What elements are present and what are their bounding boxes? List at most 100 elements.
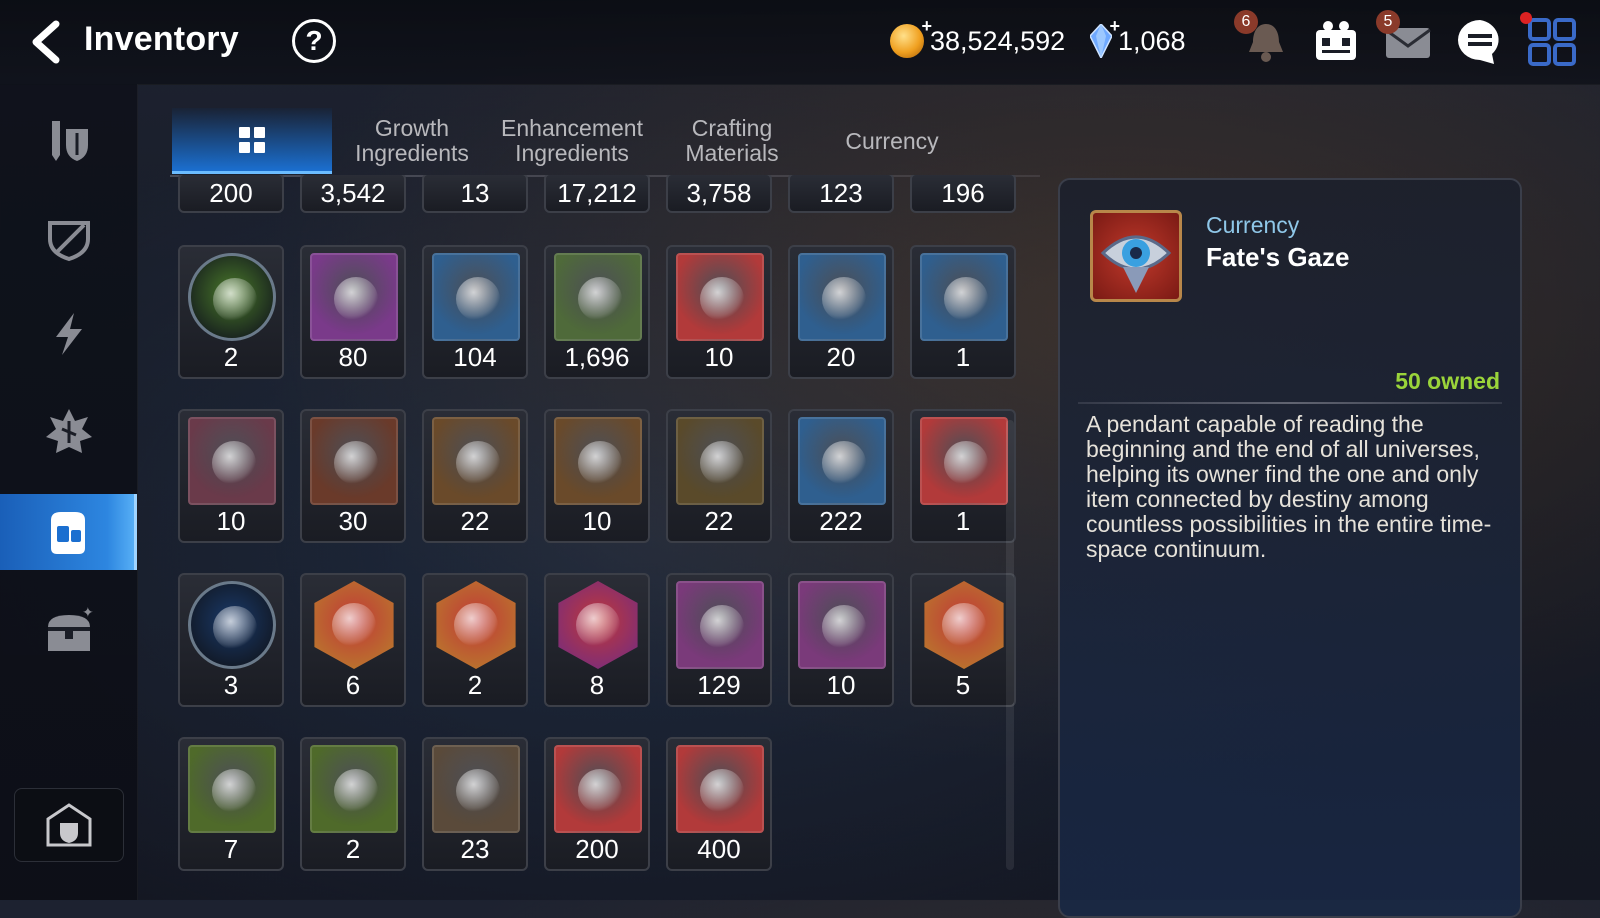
blue-seal-icon [188,581,276,669]
guild-storage-button[interactable] [14,788,124,862]
chat-button[interactable] [1454,16,1506,68]
item-count: 10 [582,506,612,536]
item-slot[interactable]: 22 [422,409,528,543]
teal-cross-gem-icon [558,581,638,669]
item-art [456,277,500,321]
item-art [212,441,256,485]
item-slot[interactable]: 123 [788,175,894,213]
back-button[interactable] [22,18,72,68]
item-slot[interactable]: 30 [300,409,406,543]
item-count: 104 [453,342,497,372]
item-slot[interactable]: 1 [910,409,1016,543]
help-button[interactable]: ? [292,19,336,63]
sidebar-item-chests[interactable]: ✦ [0,594,137,670]
equipment-icon [51,121,88,161]
orange-hammer-charm-icon [188,745,276,833]
green-rune-stone-icon [676,417,764,505]
crystal-resource[interactable]: + 1,068 [1089,16,1186,64]
sidebar-item-equipment[interactable] [0,102,137,178]
item-slot[interactable]: 400 [666,737,772,871]
tab-crafting-materials[interactable]: Crafting Materials [652,108,812,174]
lightning-icon [55,313,82,355]
item-slot[interactable]: 200 [178,175,284,213]
gold-amount: 38,524,592 [930,25,1066,56]
item-slot[interactable]: 8 [544,573,650,707]
item-slot[interactable]: 3 [178,573,284,707]
item-count: 3,758 [686,178,752,208]
item-art [822,441,866,485]
item-slot[interactable]: 2 [178,245,284,379]
item-count: 2 [223,342,239,372]
item-owned-count: 50 owned [1395,368,1500,394]
item-count: 129 [697,670,741,700]
tab-enhancement-ingredients[interactable]: Enhancement Ingredients [492,108,652,174]
item-art [822,277,866,321]
item-count: 23 [460,834,490,864]
item-art [944,277,988,321]
item-count: 5 [955,670,971,700]
item-count: 20 [826,342,856,372]
sidebar-item-artifacts[interactable] [0,200,137,276]
item-art [700,769,744,813]
root-herb-icon [798,417,886,505]
item-slot[interactable]: 22 [666,409,772,543]
notifications-button[interactable]: 6 [1234,10,1292,68]
item-category: Currency [1206,212,1300,238]
item-slot[interactable]: 7 [178,737,284,871]
sidebar-item-catalysts[interactable] [0,296,137,372]
menu-grid-icon [1528,18,1576,66]
friends-button[interactable] [1310,16,1362,68]
panel-divider [1078,402,1502,404]
item-slot[interactable]: 20 [788,245,894,379]
item-slot[interactable]: 80 [300,245,406,379]
item-count: 22 [704,506,734,536]
item-slot[interactable]: 1,696 [544,245,650,379]
chest-icon: ✦ [47,607,94,651]
item-slot[interactable]: 3,542 [300,175,406,213]
item-count: 400 [697,834,741,864]
item-slot[interactable]: 196 [910,175,1016,213]
grid-icon [239,126,265,153]
item-slot[interactable]: 6 [300,573,406,707]
gold-resource[interactable]: + 38,524,592 [890,16,1066,64]
item-slot[interactable]: 1 [910,245,1016,379]
item-art [578,769,622,813]
add-gold-icon: + [921,16,932,36]
item-art [213,278,257,322]
menu-button[interactable] [1520,12,1578,68]
item-art [944,441,988,485]
red-hex-gem-icon [314,581,394,669]
svg-text:✦: ✦ [82,607,94,621]
item-slot[interactable]: 5 [910,573,1016,707]
item-slot[interactable]: 13 [422,175,528,213]
item-slot[interactable]: 10 [788,573,894,707]
item-slot[interactable]: 10 [544,409,650,543]
item-slot[interactable]: 129 [666,573,772,707]
white-cross-gem-icon [924,581,1004,669]
item-count: 10 [704,342,734,372]
item-slot[interactable]: 17,212 [544,175,650,213]
item-art [213,606,257,650]
mail-button[interactable]: 5 [1376,10,1434,68]
gold-coin-icon: + [890,16,932,58]
item-slot[interactable]: 2 [300,737,406,871]
gold-flower-icon [432,253,520,341]
item-slot[interactable]: 200 [544,737,650,871]
tab-growth-ingredients[interactable]: Growth Ingredients [332,108,492,174]
item-detail-panel: Currency Fate's Gaze 50 owned A pendant … [1058,178,1522,918]
item-slot[interactable]: 2 [422,573,528,707]
tab-currency[interactable]: Currency [812,108,972,174]
item-slot[interactable]: 222 [788,409,894,543]
top-bar: Inventory ? + 38,524,592 + 1,068 6 5 [0,0,1600,85]
bag-icon [51,512,85,554]
sidebar-item-materials[interactable] [0,494,137,570]
item-slot[interactable]: 3,758 [666,175,772,213]
item-count: 1 [955,506,971,536]
item-slot[interactable]: 10 [178,409,284,543]
item-slot[interactable]: 23 [422,737,528,871]
grid-scrollbar[interactable] [1006,420,1014,870]
item-slot[interactable]: 10 [666,245,772,379]
tab-all[interactable] [172,108,332,174]
item-slot[interactable]: 104 [422,245,528,379]
sidebar-item-runes[interactable] [0,394,137,470]
